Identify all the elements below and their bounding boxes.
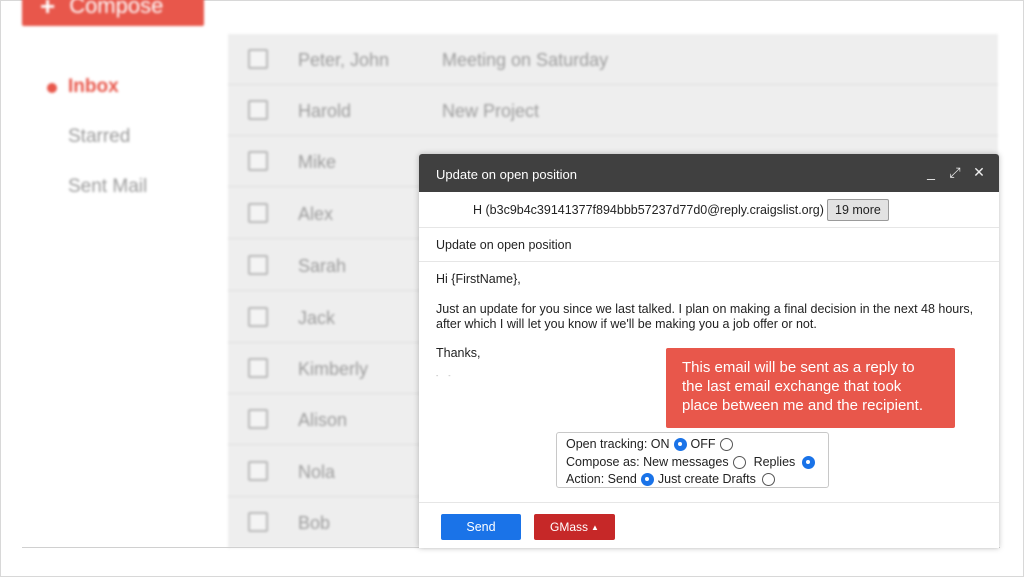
- row-checkbox[interactable]: [248, 203, 268, 223]
- row-checkbox[interactable]: [248, 358, 268, 378]
- action-option-line: Action: Send Just create Drafts: [566, 471, 779, 487]
- body-greeting: Hi {FirstName},: [436, 272, 521, 286]
- row-checkbox[interactable]: [248, 49, 268, 69]
- row-sender: Nola: [298, 462, 336, 482]
- tracking-off-radio[interactable]: [719, 437, 733, 451]
- drafts-action-radio[interactable]: [761, 472, 775, 486]
- replies-label: Replies: [753, 455, 796, 469]
- row-sender: Bob: [298, 513, 331, 533]
- subject-text: Update on open position: [436, 238, 572, 252]
- compose-header: Update on open position _ ⤢ ✕: [419, 154, 999, 192]
- row-sender: Mike: [298, 152, 337, 172]
- row-subject: New Project: [442, 101, 540, 121]
- send-button[interactable]: Send: [441, 514, 521, 540]
- row-checkbox[interactable]: [248, 512, 268, 532]
- row-sender: Kimberly: [298, 359, 369, 379]
- tracking-label: Open tracking: ON: [566, 437, 670, 451]
- window-controls: _ ⤢ ✕: [925, 165, 985, 179]
- action-label: Action: Send: [566, 472, 637, 486]
- subject-field[interactable]: Update on open position: [419, 228, 999, 262]
- expand-icon[interactable]: ⤢: [949, 165, 961, 179]
- compose-as-option-line: Compose as: New messages Replies: [566, 454, 819, 470]
- sidebar-item-sent-mail[interactable]: Sent Mail: [68, 176, 147, 198]
- more-recipients-button[interactable]: 19 more: [827, 199, 889, 221]
- row-sender: Alex: [298, 204, 334, 224]
- row-sender: Sarah: [298, 256, 347, 276]
- tracking-off-label: OFF: [690, 437, 716, 451]
- inbox-active-dot-icon: [47, 83, 57, 93]
- compose-button-label: Compose: [69, 0, 164, 18]
- compose-button[interactable]: + Compose: [22, 0, 204, 26]
- table-row[interactable]: Peter, John Meeting on Saturday: [228, 34, 998, 85]
- row-sender: Alison: [298, 410, 348, 430]
- row-checkbox[interactable]: [248, 255, 268, 275]
- sidebar-item-starred[interactable]: Starred: [68, 126, 130, 148]
- gmass-button-label: GMass: [550, 520, 589, 534]
- row-checkbox[interactable]: [248, 307, 268, 327]
- compose-title: Update on open position: [436, 167, 577, 182]
- gmass-options-panel: Open tracking: ON OFF Compose as: New me…: [556, 432, 829, 488]
- drafts-label: Just create Drafts: [657, 472, 756, 486]
- row-sender: Jack: [298, 308, 336, 328]
- table-row[interactable]: Harold New Project: [228, 85, 998, 136]
- tracking-on-radio[interactable]: [673, 437, 687, 451]
- minimize-icon[interactable]: _: [925, 165, 937, 179]
- gmass-button[interactable]: GMass ▲: [534, 514, 615, 540]
- caret-up-icon: ▲: [591, 522, 599, 532]
- row-sender: Peter, John: [298, 50, 390, 70]
- plus-icon: +: [40, 0, 56, 21]
- row-sender: Harold: [298, 101, 352, 121]
- body-signature: - -: [436, 373, 455, 380]
- body-paragraph: Just an update for you since we last tal…: [436, 302, 974, 331]
- close-icon[interactable]: ✕: [973, 165, 985, 179]
- replies-radio[interactable]: [802, 455, 816, 469]
- info-callout: This email will be sent as a reply to th…: [666, 348, 955, 428]
- body-closing: Thanks,: [436, 346, 481, 360]
- compose-as-label: Compose as: New messages: [566, 455, 729, 469]
- new-messages-radio[interactable]: [732, 455, 746, 469]
- compose-footer: Send GMass ▲: [419, 502, 999, 548]
- row-checkbox[interactable]: [248, 461, 268, 481]
- to-field[interactable]: H (b3c9b4c39141377f894bbb57237d77d0@repl…: [419, 192, 999, 228]
- row-checkbox[interactable]: [248, 409, 268, 429]
- row-subject: Meeting on Saturday: [442, 50, 609, 70]
- row-checkbox[interactable]: [248, 151, 268, 171]
- tracking-option-line: Open tracking: ON OFF: [566, 436, 737, 452]
- recipient-address: H (b3c9b4c39141377f894bbb57237d77d0@repl…: [473, 203, 824, 217]
- row-checkbox[interactable]: [248, 100, 268, 120]
- send-action-radio[interactable]: [640, 472, 654, 486]
- sidebar-item-inbox[interactable]: Inbox: [68, 76, 119, 98]
